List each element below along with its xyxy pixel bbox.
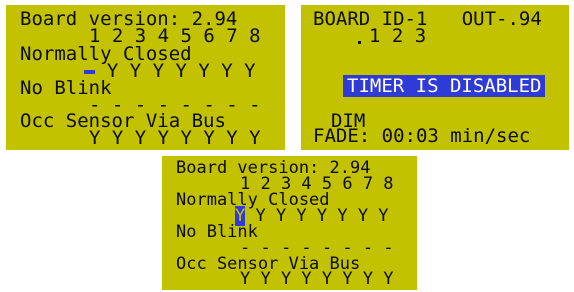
lcd-panel-board-version-selected: Board version: 2.94 1 2 3 4 5 6 7 8 Norm… (162, 156, 417, 290)
mode-values-rest: Y Y Y Y Y Y Y (95, 60, 256, 82)
lcd-panel-board-version-cursor: Board version: 2.94 1 2 3 4 5 6 7 8 Norm… (6, 5, 285, 150)
sensor-values-line: Y Y Y Y Y Y Y Y (240, 269, 394, 289)
lcd-panel-timer: BOARD ID-1 OUT-.94 1 2 3 TIMER IS DISABL… (301, 5, 569, 150)
timer-disabled-banner: TIMER IS DISABLED (343, 75, 546, 97)
board-id-header-line: BOARD ID-1 OUT-.94 (313, 8, 542, 30)
sensor-values-line: Y Y Y Y Y Y Y Y (89, 127, 261, 149)
cursor-dot (358, 41, 361, 44)
channel-numbers-line: 1 2 3 (369, 25, 427, 47)
cursor-bar[interactable] (84, 69, 96, 74)
fade-line: FADE: 00:03 min/sec (313, 125, 531, 147)
mode-values-rest: Y Y Y Y Y Y Y (245, 206, 389, 226)
mode-values-line: Y Y Y Y Y Y Y Y (235, 206, 389, 226)
